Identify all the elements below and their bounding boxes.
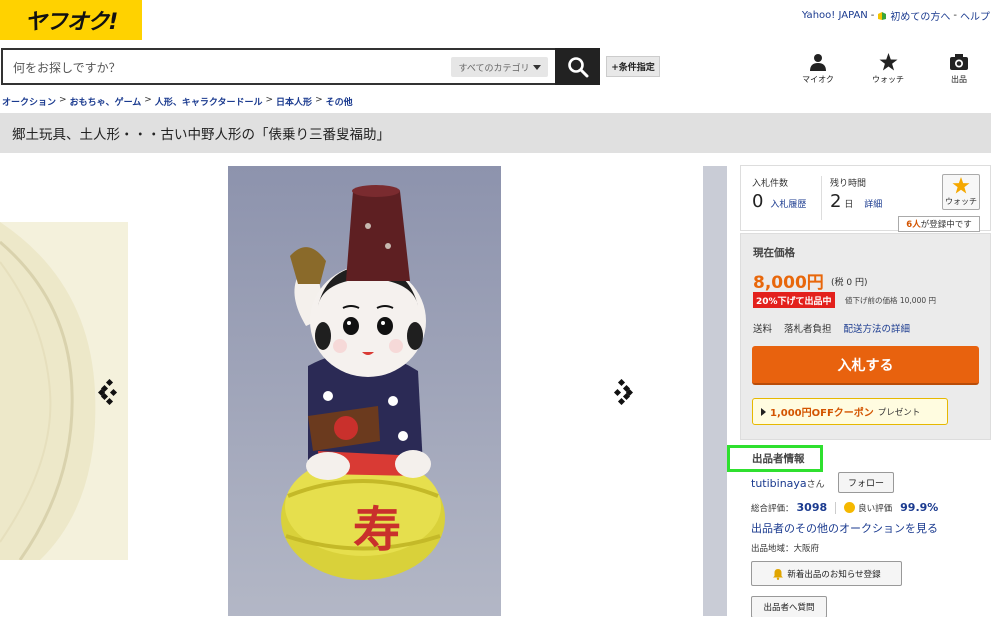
sun-icon [844, 502, 856, 513]
breadcrumb-item[interactable]: 人形、キャラクタードール [155, 95, 263, 108]
shipping-details-link[interactable]: 配送方法の詳細 [844, 321, 911, 335]
sell-label: 出品 [951, 75, 967, 84]
beginner-leaf-icon [878, 11, 887, 20]
separator: - [953, 10, 957, 21]
seller-honorific: さん [806, 480, 825, 490]
seller-region: 出品地域：大阪府 [751, 544, 820, 554]
previous-arrow-icon[interactable] [98, 379, 120, 405]
breadcrumb-separator: > [144, 95, 152, 105]
watch-list-button[interactable]: ウォッチ [863, 53, 913, 85]
coupon-main: 1,000円OFFクーポン [770, 408, 874, 419]
yahoo-japan-link[interactable]: Yahoo! JAPAN [802, 10, 868, 21]
main-product-image[interactable]: 寿 [228, 166, 501, 616]
breadcrumb-separator: > [59, 95, 67, 105]
details-link[interactable]: 詳細 [864, 200, 882, 210]
price-panel: 現在価格 8,000円 (税 0 円) 20%下げて出品中 値下げ前の価格 10… [740, 233, 991, 440]
bid-history-link[interactable]: 入札履歴 [770, 200, 806, 210]
help-link[interactable]: ヘルプ [960, 8, 990, 23]
bids-count: 0 [752, 191, 764, 212]
divider [821, 176, 822, 220]
category-select[interactable]: すべてのカテゴリ [451, 57, 548, 77]
star-icon [952, 177, 970, 194]
good-rating-label: 良い評価 [858, 503, 893, 514]
watch-list-label: ウォッチ [872, 75, 904, 84]
coupon-button[interactable]: 1,000円OFFクーポン プレゼント [752, 398, 948, 425]
watchers-count: 6人 [906, 220, 921, 230]
remaining-unit: 日 [844, 200, 854, 210]
breadcrumb-separator: > [265, 95, 274, 105]
star-icon [879, 53, 897, 71]
next-arrow-icon[interactable] [611, 379, 633, 405]
total-rating-value[interactable]: 3098 [797, 501, 828, 514]
breadcrumb-item[interactable]: おもちゃ、ゲーム [70, 95, 142, 108]
remaining-value: 2 [830, 191, 842, 212]
other-auctions-link[interactable]: 出品者のその他のオークションを見る [751, 520, 938, 536]
divider [835, 501, 837, 514]
seller-name-link[interactable]: tutibinaya [751, 477, 807, 490]
svg-text:寿: 寿 [353, 502, 401, 558]
user-icon [810, 54, 826, 71]
fukusuke-doll-image: 寿 [228, 166, 501, 616]
my-auction-label: マイオク [802, 75, 834, 84]
page: ヤフオク! Yahoo! JAPAN - 初めての方へ - ヘルプ 何をお探しで… [0, 0, 1000, 617]
logo-text: ヤフオク! [24, 10, 119, 35]
watchers-tooltip: 6人 が登録中です [898, 216, 980, 232]
breadcrumb-item[interactable]: その他 [326, 95, 353, 108]
tax-note: (税 0 円) [831, 278, 868, 288]
breadcrumb-separator: > [315, 95, 323, 105]
category-select-label: すべてのカテゴリ [458, 63, 530, 74]
breadcrumb-item[interactable]: オークション [2, 95, 56, 108]
search-input[interactable]: 何をお探しですか？ [13, 59, 121, 76]
new-listing-notify-button[interactable]: 新着出品のお知らせ登録 [751, 561, 902, 586]
remaining-time-section: 残り時間 2 日 詳細 [830, 176, 882, 212]
original-price-note: 値下げ前の価格 10,000 円 [845, 296, 937, 305]
search-icon [567, 56, 588, 77]
bids-label: 入札件数 [752, 179, 789, 189]
shipping-value: 落札者負担 [784, 324, 832, 335]
notify-label: 新着出品のお知らせ登録 [787, 569, 881, 580]
breadcrumb: オークション > おもちゃ、ゲーム > 人形、キャラクタードール > 日本人形 … [2, 95, 353, 108]
bell-icon [773, 568, 784, 580]
seller-info-heading: 出品者情報 [727, 445, 823, 472]
good-rating-value: 99.9% [900, 501, 939, 514]
sell-button[interactable]: 出品 [934, 53, 984, 85]
watch-button-label: ウォッチ [945, 197, 977, 206]
seller-ratings: 総合評価： 3098 良い評価 99.9% [751, 501, 938, 514]
breadcrumb-item[interactable]: 日本人形 [276, 95, 312, 108]
discount-badge: 20%下げて出品中 [753, 292, 835, 308]
shipping-row: 送料 落札者負担 配送方法の詳細 [753, 321, 910, 335]
conditions-button[interactable]: +条件指定 [606, 56, 660, 77]
page-title-bar: 郷土玩具、土人形・・・古い中野人形の「俵乗り三番叟福助」 [0, 113, 991, 153]
triangle-right-icon [761, 407, 766, 416]
chevron-down-icon [532, 64, 541, 70]
yahoo-auction-logo[interactable]: ヤフオク! [0, 0, 142, 40]
page-title: 郷土玩具、土人形・・・古い中野人形の「俵乗り三番叟福助」 [12, 127, 390, 143]
bid-button[interactable]: 入札する [752, 346, 979, 385]
next-image-thumbnail[interactable] [703, 166, 727, 616]
ask-seller-button[interactable]: 出品者へ質問 [751, 596, 827, 617]
separator: - [870, 10, 875, 21]
seller-name-row: tutibinayaさん [751, 477, 825, 490]
beginners-link[interactable]: 初めての方へ [890, 8, 950, 23]
total-rating-label: 総合評価： [751, 503, 794, 514]
watch-button[interactable]: ウォッチ [942, 174, 980, 210]
my-auction-button[interactable]: マイオク [793, 53, 843, 85]
coupon-suffix: プレゼント [877, 407, 921, 418]
search-button[interactable] [555, 48, 600, 85]
current-price-label: 現在価格 [753, 247, 795, 259]
remaining-label: 残り時間 [830, 179, 867, 189]
follow-button[interactable]: フォロー [838, 472, 894, 493]
bids-section: 入札件数 0 入札履歴 [752, 176, 806, 212]
current-price: 8,000円 [753, 273, 824, 293]
watchers-suffix: が登録中です [920, 220, 972, 230]
shipping-label: 送料 [753, 324, 773, 335]
top-links: Yahoo! JAPAN - 初めての方へ - ヘルプ [802, 8, 990, 23]
camera-icon [950, 54, 968, 70]
